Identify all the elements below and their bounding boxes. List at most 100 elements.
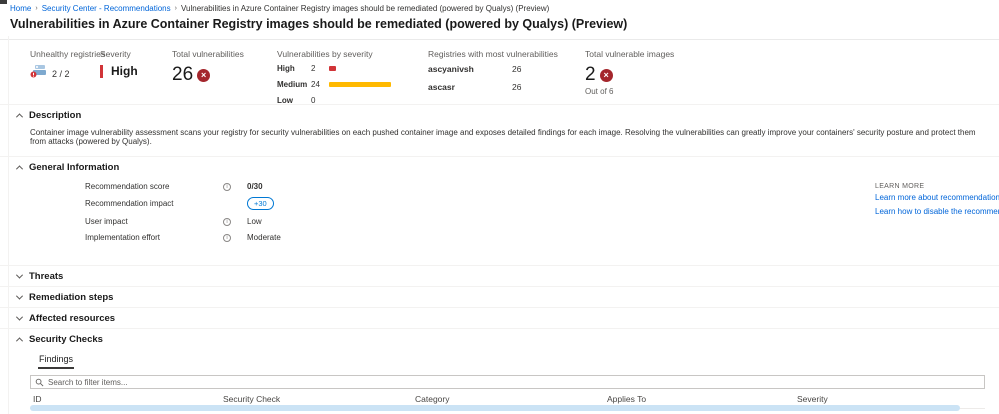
- section-security-checks-header[interactable]: Security Checks: [0, 329, 999, 349]
- severity-breakdown-row: High 2: [277, 64, 428, 73]
- learn-more-panel: LEARN MORE Learn more about recommendati…: [875, 183, 999, 221]
- findings-search-box: [30, 375, 985, 389]
- recommendation-impact-badge: +30: [247, 197, 274, 210]
- chevron-down-icon: [15, 313, 24, 321]
- section-description-header[interactable]: Description: [0, 105, 999, 125]
- breadcrumb-separator: ›: [35, 5, 38, 12]
- registry-count: 26: [512, 64, 522, 74]
- general-info-row: Recommendation score i 0/30: [85, 181, 999, 191]
- section-general-information: General Information Recommendation score…: [0, 156, 999, 262]
- vulnerable-images-value: 2: [585, 64, 596, 85]
- info-icon[interactable]: i: [223, 234, 231, 242]
- chevron-up-icon: [15, 165, 24, 173]
- severity-name: Medium: [277, 80, 308, 89]
- stat-label: Registries with most vulnerabilities: [428, 49, 558, 59]
- section-remediation-steps: Remediation steps: [0, 286, 999, 307]
- stat-label: Total vulnerabilities: [172, 49, 244, 59]
- chevron-up-icon: [15, 337, 24, 345]
- registry-name: ascasr: [428, 82, 455, 92]
- horizontal-scrollbar-thumb[interactable]: [30, 405, 960, 411]
- section-title: General Information: [29, 162, 120, 173]
- severity-bar-icon: [100, 64, 103, 78]
- registry-name: ascyanivsh: [428, 64, 474, 74]
- search-input[interactable]: [48, 377, 980, 387]
- severity-bar: [329, 82, 391, 87]
- section-threats-header[interactable]: Threats: [0, 266, 999, 286]
- learn-more-recommendations-link[interactable]: Learn more about recommendations: [875, 193, 999, 202]
- severity-value: High: [111, 64, 138, 78]
- stat-top-registries: Registries with most vulnerabilities asc…: [428, 49, 585, 104]
- registry-row: ascyanivsh 26: [428, 64, 585, 74]
- severity-count: 2: [311, 64, 316, 73]
- stat-unhealthy-registries: Unhealthy registries 2 / 2: [30, 49, 106, 104]
- link-label: Learn more about recommendations: [875, 193, 999, 202]
- info-icon[interactable]: i: [223, 183, 231, 191]
- chevron-down-icon: [15, 292, 24, 300]
- description-text: Container image vulnerability assessment…: [30, 128, 976, 146]
- recommendation-blade: Home › Security Center - Recommendations…: [0, 0, 999, 414]
- general-info-row: Recommendation impact +30: [85, 197, 999, 210]
- error-x-icon: ×: [197, 68, 211, 82]
- vulnerable-images-subtext: Out of 6: [585, 87, 614, 96]
- breadcrumb-home-link[interactable]: Home: [10, 4, 31, 13]
- breadcrumb-recommendations-link[interactable]: Security Center - Recommendations: [42, 4, 171, 13]
- registry-row: ascasr 26: [428, 82, 585, 92]
- chevron-down-icon: [15, 271, 24, 279]
- section-title: Security Checks: [29, 334, 103, 345]
- stat-vulnerable-images: Total vulnerable images 2 × Out of 6: [585, 49, 705, 104]
- section-security-checks: Security Checks Findings ID Security Che…: [0, 328, 999, 414]
- stat-label: Total vulnerable images: [585, 49, 675, 59]
- page-title: Vulnerabilities in Azure Container Regis…: [0, 13, 999, 40]
- section-affected-resources-header[interactable]: Affected resources: [0, 308, 999, 328]
- section-title: Threats: [29, 271, 64, 282]
- search-icon: [35, 378, 44, 386]
- section-general-information-header[interactable]: General Information: [0, 157, 999, 177]
- severity-count: 0: [311, 96, 316, 105]
- section-title: Remediation steps: [29, 292, 114, 303]
- info-label: User impact: [85, 216, 128, 226]
- screen-edge-artifact: [0, 0, 7, 4]
- learn-more-heading: LEARN MORE: [875, 183, 925, 190]
- stat-vulnerabilities-by-severity: Vulnerabilities by severity High 2 Mediu…: [277, 49, 428, 105]
- user-impact-value: Low: [247, 216, 262, 226]
- severity-breakdown-row: Medium 24: [277, 80, 428, 89]
- unhealthy-registries-value: 2 / 2: [52, 68, 70, 79]
- info-label: Implementation effort: [85, 232, 161, 242]
- container-registry-icon: [30, 64, 48, 83]
- disable-recommendation-link[interactable]: Learn how to disable the recommendation: [875, 207, 999, 216]
- tab-findings[interactable]: Findings: [38, 354, 75, 369]
- section-affected-resources: Affected resources: [0, 307, 999, 328]
- registry-count: 26: [512, 82, 522, 92]
- implementation-effort-value: Moderate: [247, 232, 281, 242]
- stat-total-vulnerabilities: Total vulnerabilities 26 ×: [172, 49, 277, 104]
- severity-name: Low: [277, 96, 293, 105]
- breadcrumb: Home › Security Center - Recommendations…: [0, 0, 999, 13]
- info-label: Recommendation score: [85, 181, 170, 191]
- severity-bar: [329, 66, 336, 71]
- link-label: Learn how to disable the recommendation: [875, 207, 999, 216]
- section-title: Affected resources: [29, 313, 116, 324]
- severity-count: 24: [311, 80, 320, 89]
- section-threats: Threats: [0, 265, 999, 286]
- general-info-row: Implementation effort i Moderate: [85, 232, 999, 242]
- stat-severity: Severity High: [100, 49, 172, 104]
- general-info-row: User impact i Low: [85, 216, 999, 226]
- info-icon[interactable]: i: [223, 218, 231, 226]
- breadcrumb-separator: ›: [174, 5, 177, 12]
- severity-breakdown-row: Low 0: [277, 96, 428, 105]
- section-remediation-steps-header[interactable]: Remediation steps: [0, 287, 999, 307]
- general-information-content: Recommendation score i 0/30 Recommendati…: [0, 177, 999, 262]
- error-x-icon: ×: [599, 68, 613, 82]
- total-vulnerabilities-value: 26: [172, 64, 194, 85]
- stat-label: Unhealthy registries: [30, 49, 106, 59]
- info-label: Recommendation impact: [85, 199, 174, 208]
- chevron-up-icon: [15, 113, 24, 121]
- section-title: Description: [29, 110, 82, 121]
- severity-name: High: [277, 64, 295, 73]
- recommendation-score-value: 0/30: [247, 181, 263, 191]
- stat-label: Vulnerabilities by severity: [277, 49, 373, 59]
- stat-label: Severity: [100, 49, 131, 59]
- stats-row: Unhealthy registries 2 / 2 Severity High…: [0, 40, 999, 105]
- breadcrumb-current-page: Vulnerabilities in Azure Container Regis…: [180, 4, 550, 13]
- section-description: Description Container image vulnerabilit…: [0, 104, 999, 156]
